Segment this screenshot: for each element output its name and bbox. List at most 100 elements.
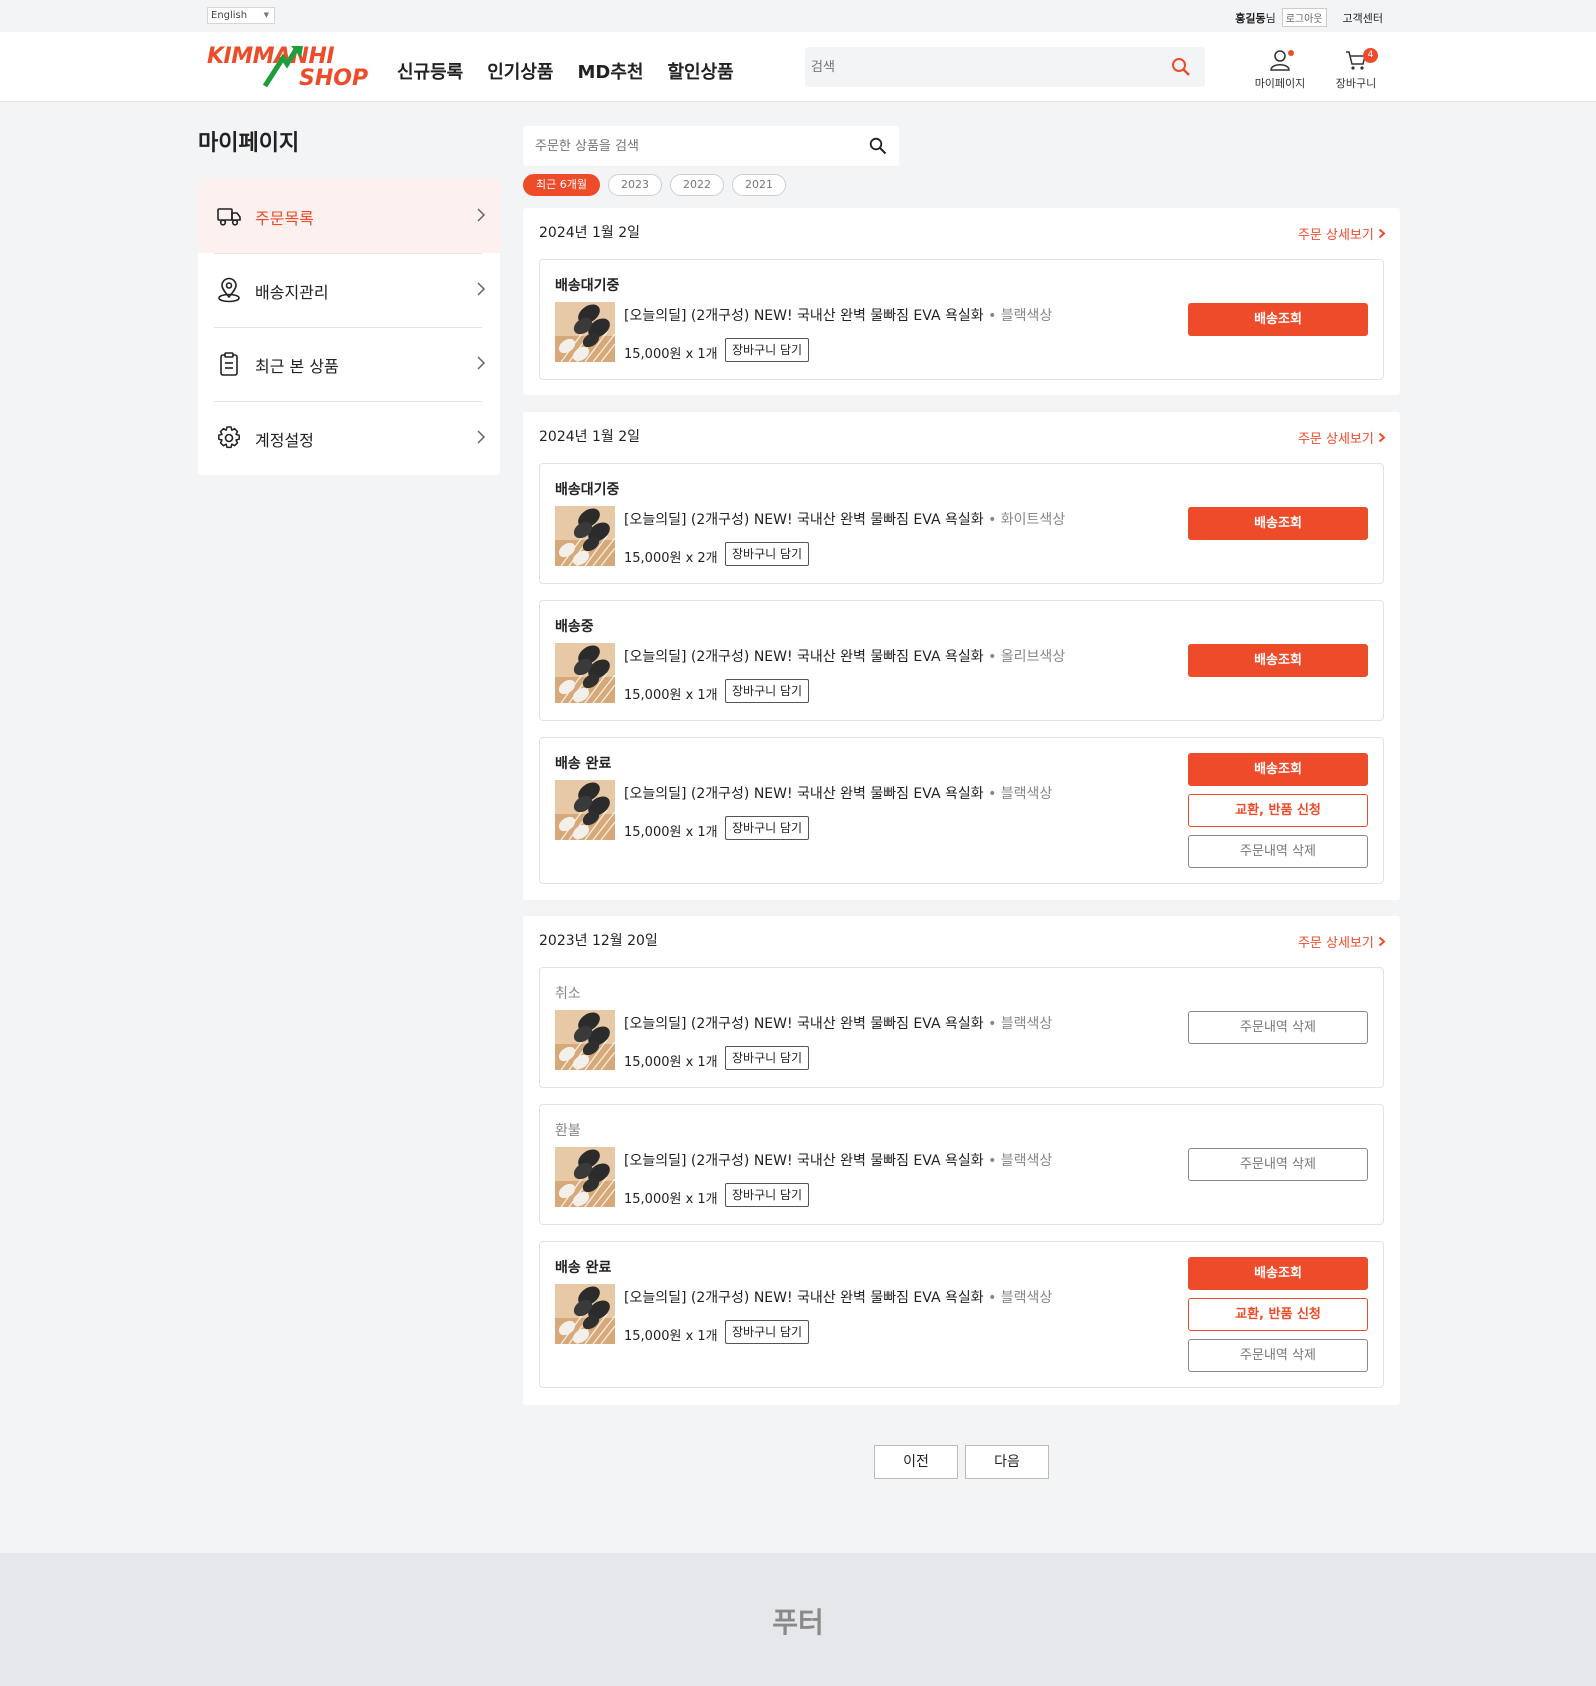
nav-new[interactable]: 신규등록	[397, 58, 463, 84]
order-status: 배송 완료	[555, 1260, 612, 1276]
order-status: 배송중	[555, 619, 594, 635]
product-name-text: [오늘의딜] (2개구성) NEW! 국내산 완벽 물빠짐 EVA 욕실화	[624, 1016, 984, 1032]
logout-button[interactable]: 로그아웃	[1281, 8, 1327, 27]
product-option: 블랙색상	[1000, 1290, 1053, 1306]
footer: 푸터	[0, 1553, 1596, 1686]
delete-order-button[interactable]: 주문내역 삭제	[1188, 1148, 1368, 1181]
cart-button[interactable]: 4 장바구니	[1330, 48, 1382, 91]
page-title: 마이페이지	[198, 131, 300, 156]
product-thumbnail[interactable]	[555, 1010, 615, 1070]
product-thumbnail[interactable]	[555, 1284, 615, 1344]
product-name-text: [오늘의딜] (2개구성) NEW! 국내산 완벽 물빠짐 EVA 욕실화	[624, 1290, 984, 1306]
track-delivery-button[interactable]: 배송조회	[1188, 507, 1368, 540]
search-icon[interactable]	[869, 137, 887, 155]
user-utility: 홍길동님 로그아웃 고객센터	[1235, 8, 1383, 27]
chevron-right-icon	[1378, 432, 1386, 443]
add-to-cart-button[interactable]: 장바구니 담기	[725, 1046, 810, 1070]
price-quantity: 15,000원 x 2개	[624, 551, 718, 566]
add-to-cart-button[interactable]: 장바구니 담기	[725, 542, 810, 566]
sidebar-item-recent[interactable]: 최근 본 상품	[198, 327, 500, 401]
product-thumbnail[interactable]	[555, 302, 615, 362]
product-option-separator: •	[988, 786, 997, 802]
order-detail-link[interactable]: 주문 상세보기	[1298, 932, 1386, 951]
track-delivery-button[interactable]: 배송조회	[1188, 1257, 1368, 1290]
exchange-return-button[interactable]: 교환, 반품 신청	[1188, 794, 1368, 827]
product-name[interactable]: [오늘의딜] (2개구성) NEW! 국내산 완벽 물빠짐 EVA 욕실화 • …	[624, 646, 1065, 666]
add-to-cart-button[interactable]: 장바구니 담기	[725, 816, 810, 840]
exchange-return-button[interactable]: 교환, 반품 신청	[1188, 1298, 1368, 1331]
chevron-right-icon	[1378, 228, 1386, 239]
delete-order-button[interactable]: 주문내역 삭제	[1188, 835, 1368, 868]
main-nav: 신규등록 인기상품 MD추천 할인상품	[397, 58, 734, 84]
sidebar-item-label: 계정설정	[255, 431, 314, 450]
price-quantity: 15,000원 x 1개	[624, 1329, 718, 1344]
sidebar-item-account[interactable]: 계정설정	[198, 401, 500, 475]
product-thumbnail[interactable]	[555, 643, 615, 703]
order-status: 배송 완료	[555, 756, 612, 772]
order-detail-label: 주문 상세보기	[1297, 228, 1374, 243]
product-thumbnail[interactable]	[555, 780, 615, 840]
track-delivery-button[interactable]: 배송조회	[1188, 753, 1368, 786]
user-suffix: 님	[1265, 11, 1276, 25]
nav-sale[interactable]: 할인상품	[667, 58, 733, 84]
product-thumbnail[interactable]	[555, 1147, 615, 1207]
product-option: 블랙색상	[1000, 308, 1053, 324]
product-option: 블랙색상	[1000, 786, 1053, 802]
product-thumbnail[interactable]	[555, 506, 615, 566]
order-date: 2024년 1월 2일	[539, 429, 640, 445]
order-search-input[interactable]	[523, 126, 843, 166]
add-to-cart-button[interactable]: 장바구니 담기	[725, 1183, 810, 1207]
order-detail-label: 주문 상세보기	[1297, 432, 1374, 447]
filter-chip-6months[interactable]: 최근 6개월	[523, 174, 600, 196]
sidebar-item-address[interactable]: 배송지관리	[198, 253, 500, 327]
filter-chip-2021[interactable]: 2021	[731, 174, 786, 196]
product-name-text: [오늘의딜] (2개구성) NEW! 국내산 완벽 물빠짐 EVA 욕실화	[624, 512, 984, 528]
search-input[interactable]	[805, 47, 1145, 87]
sidebar-item-orders[interactable]: 주문목록	[198, 179, 500, 253]
filter-chip-2023[interactable]: 2023	[607, 174, 662, 196]
product-name[interactable]: [오늘의딜] (2개구성) NEW! 국내산 완벽 물빠짐 EVA 욕실화 • …	[624, 1150, 1052, 1170]
track-delivery-button[interactable]: 배송조회	[1188, 303, 1368, 336]
product-option-separator: •	[988, 1290, 997, 1306]
order-detail-link[interactable]: 주문 상세보기	[1298, 428, 1386, 447]
product-name-text: [오늘의딜] (2개구성) NEW! 국내산 완벽 물빠짐 EVA 욕실화	[624, 308, 984, 324]
order-date: 2024년 1월 2일	[539, 225, 640, 241]
chevron-right-icon	[477, 356, 486, 370]
add-to-cart-button[interactable]: 장바구니 담기	[725, 1320, 810, 1344]
chevron-right-icon	[477, 208, 486, 222]
order-date: 2023년 12월 20일	[539, 933, 658, 949]
nav-md-pick[interactable]: MD추천	[578, 58, 644, 84]
logo[interactable]: KIMMANHI SHOP	[207, 44, 375, 91]
order-item-card: 배송중 [오늘의딜] (2개구성) NEW! 국내산 완벽 물빠짐 EVA 욕실…	[539, 600, 1384, 721]
mypage-button[interactable]: 마이페이지	[1252, 48, 1308, 91]
nav-popular[interactable]: 인기상품	[487, 58, 553, 84]
product-name[interactable]: [오늘의딜] (2개구성) NEW! 국내산 완벽 물빠짐 EVA 욕실화 • …	[624, 1013, 1052, 1033]
clipboard-icon	[220, 352, 238, 376]
product-option-separator: •	[988, 308, 997, 324]
product-option: 블랙색상	[1000, 1016, 1053, 1032]
product-name-text: [오늘의딜] (2개구성) NEW! 국내산 완벽 물빠짐 EVA 욕실화	[624, 786, 984, 802]
product-name[interactable]: [오늘의딜] (2개구성) NEW! 국내산 완벽 물빠짐 EVA 욕실화 • …	[624, 305, 1052, 325]
customer-center-link[interactable]: 고객센터	[1343, 10, 1383, 26]
search-icon[interactable]	[1171, 57, 1191, 77]
prev-page-button[interactable]: 이전	[874, 1445, 958, 1479]
order-status: 취소	[555, 986, 581, 1002]
add-to-cart-button[interactable]: 장바구니 담기	[725, 679, 810, 703]
logo-text-bottom: SHOP	[299, 66, 369, 91]
product-name[interactable]: [오늘의딜] (2개구성) NEW! 국내산 완벽 물빠짐 EVA 욕실화 • …	[624, 509, 1065, 529]
add-to-cart-button[interactable]: 장바구니 담기	[725, 338, 810, 362]
order-detail-link[interactable]: 주문 상세보기	[1298, 224, 1386, 243]
order-item-card: 배송 완료 [오늘의딜] (2개구성) NEW! 국내산 완벽 물빠짐 EVA …	[539, 737, 1384, 884]
language-select[interactable]: English ▼	[207, 7, 275, 24]
order-group: 2023년 12월 20일 주문 상세보기 취소 [오늘의딜] (2개구성) N…	[523, 916, 1400, 1405]
order-detail-label: 주문 상세보기	[1297, 936, 1374, 951]
product-name[interactable]: [오늘의딜] (2개구성) NEW! 국내산 완벽 물빠짐 EVA 욕실화 • …	[624, 783, 1052, 803]
track-delivery-button[interactable]: 배송조회	[1188, 644, 1368, 677]
chevron-right-icon	[1378, 936, 1386, 947]
delete-order-button[interactable]: 주문내역 삭제	[1188, 1011, 1368, 1044]
product-name[interactable]: [오늘의딜] (2개구성) NEW! 국내산 완벽 물빠짐 EVA 욕실화 • …	[624, 1287, 1052, 1307]
order-group: 2024년 1월 2일 주문 상세보기 배송대기중 [오늘의딜] (2개구성) …	[523, 412, 1400, 900]
filter-chip-2022[interactable]: 2022	[669, 174, 724, 196]
next-page-button[interactable]: 다음	[965, 1445, 1049, 1479]
delete-order-button[interactable]: 주문내역 삭제	[1188, 1339, 1368, 1372]
